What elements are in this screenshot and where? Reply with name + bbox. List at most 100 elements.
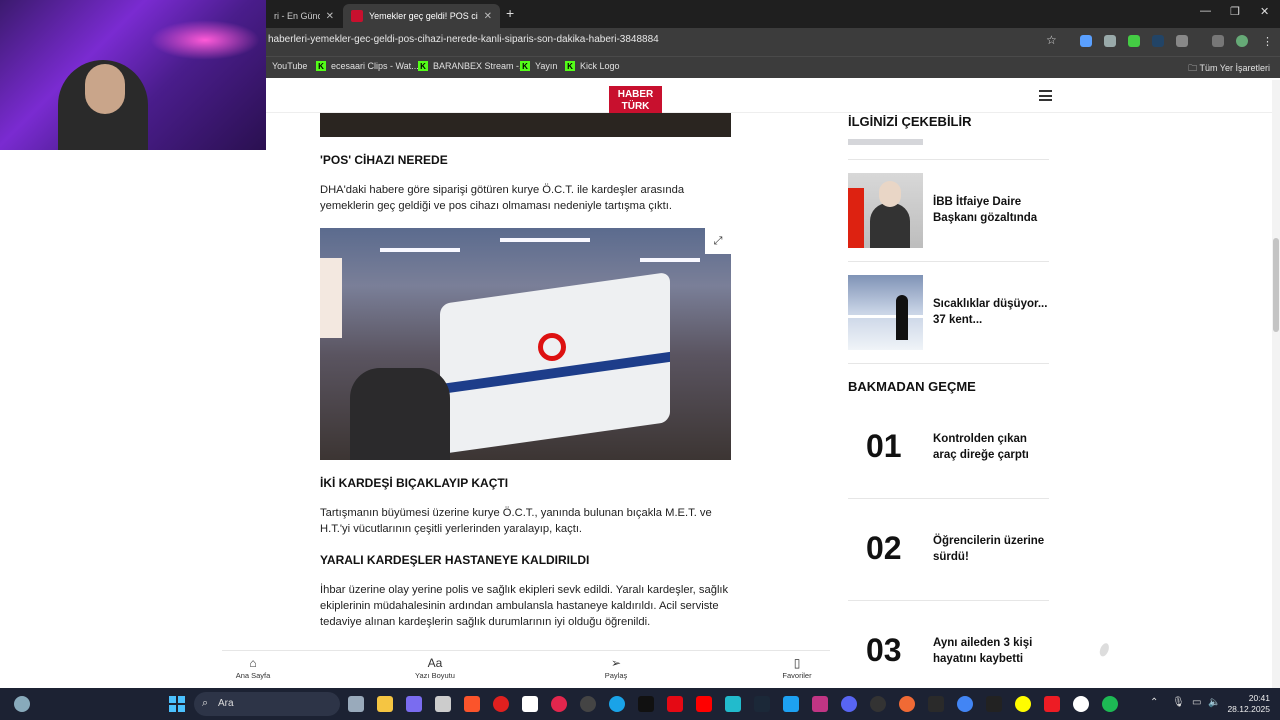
url-field[interactable]: haberleri-yemekler-gec-geldi-pos-cihazi-…: [268, 34, 659, 45]
close-tab-icon[interactable]: ✕: [326, 11, 334, 22]
article-photo[interactable]: [320, 228, 731, 460]
system-clock[interactable]: 20:41 28.12.2025: [1226, 693, 1270, 715]
close-window-icon[interactable]: ✕: [1260, 5, 1269, 18]
media-icon[interactable]: [1212, 35, 1224, 47]
new-tab-button[interactable]: +: [506, 5, 514, 21]
epic-games-icon[interactable]: [928, 696, 944, 712]
shield-icon[interactable]: [1104, 35, 1116, 47]
puzzle-icon[interactable]: [1176, 35, 1188, 47]
nav-label: Paylaş: [604, 671, 628, 680]
browser-tab[interactable]: ri - En Güncel ✕: [266, 4, 342, 28]
ceiling-light: [500, 238, 590, 242]
nav-home[interactable]: ⌂ Ana Sayfa: [218, 655, 288, 680]
copilot-icon[interactable]: [406, 696, 422, 712]
tiktok-icon[interactable]: [638, 696, 654, 712]
news-title[interactable]: Sıcaklıklar düşüyor... 37 kent...: [933, 296, 1048, 328]
rank-number: 02: [866, 530, 902, 566]
extension-icon[interactable]: [1080, 35, 1092, 47]
steam-icon[interactable]: [754, 696, 770, 712]
tray-chevron-icon[interactable]: ⌃: [1150, 697, 1158, 708]
bookmark-star-icon[interactable]: ☆: [1046, 33, 1057, 47]
minimize-icon[interactable]: —: [1200, 5, 1211, 17]
store-icon[interactable]: [522, 696, 538, 712]
search-placeholder: Ara: [218, 698, 234, 709]
obs-icon[interactable]: [986, 696, 1002, 712]
nav-label: Yazı Boyutu: [415, 671, 455, 680]
clock-time: 20:41: [1248, 693, 1270, 703]
scrollbar-track[interactable]: [1272, 80, 1280, 688]
kick-icon: K: [316, 61, 326, 71]
nav-font-size[interactable]: Aa Yazı Boyutu: [400, 655, 470, 680]
chrome-icon[interactable]: [580, 696, 596, 712]
edge-icon[interactable]: [609, 696, 625, 712]
brave-icon[interactable]: [464, 696, 480, 712]
media-player-icon[interactable]: [551, 696, 567, 712]
youtube-icon[interactable]: [696, 696, 712, 712]
settings-icon[interactable]: [435, 696, 451, 712]
divider: [848, 159, 1049, 160]
weather-icon[interactable]: [14, 696, 30, 712]
news-title[interactable]: İBB İtfaiye Daire Başkanı gözaltında: [933, 194, 1048, 226]
bookmark-item[interactable]: YouTube: [272, 61, 307, 71]
antivirus-icon[interactable]: [1044, 696, 1060, 712]
news-title[interactable]: Kontrolden çıkan araç direğe çarptı: [933, 431, 1048, 463]
profile-avatar[interactable]: [1236, 35, 1248, 47]
font-size-icon: Aa: [427, 656, 443, 670]
discord-icon[interactable]: [841, 696, 857, 712]
volume-icon[interactable]: 🔈: [1208, 697, 1220, 708]
home-icon: ⌂: [249, 656, 257, 670]
speedometer-icon[interactable]: [870, 696, 886, 712]
haberturk-logo[interactable]: HABER TÜRK: [609, 86, 662, 116]
instagram-icon[interactable]: [812, 696, 828, 712]
article-heading: YARALI KARDEŞLER HASTANEYE KALDIRILDI: [320, 553, 590, 567]
hamburger-menu-icon[interactable]: [1039, 90, 1052, 101]
news-title[interactable]: Öğrencilerin üzerine sürdü!: [933, 533, 1048, 565]
snapchat-icon[interactable]: [1015, 696, 1031, 712]
start-button[interactable]: [169, 696, 185, 712]
app-icon[interactable]: [899, 696, 915, 712]
bookmark-item[interactable]: K BARANBEX Stream -...: [418, 61, 527, 71]
bookmark-label: Kick Logo: [580, 61, 620, 71]
divider: [848, 261, 1049, 262]
taskbar-search[interactable]: ⌕ Ara: [194, 692, 340, 716]
expand-icon[interactable]: ⤢: [705, 228, 731, 254]
spotify-icon[interactable]: [1102, 696, 1118, 712]
bookmark-item[interactable]: K Kick Logo: [565, 61, 620, 71]
app-icon[interactable]: [725, 696, 741, 712]
rank-number: 01: [866, 428, 902, 464]
display-icon[interactable]: ▭: [1192, 697, 1201, 708]
microphone-icon[interactable]: 🎙: [1172, 697, 1185, 708]
yandex-icon[interactable]: [1073, 696, 1089, 712]
news-thumbnail[interactable]: [848, 275, 923, 350]
bookmark-item[interactable]: Kecesaari Clips - Wat...: [316, 61, 419, 71]
news-title[interactable]: Aynı aileden 3 kişi hayatını kaybetti: [933, 635, 1048, 667]
bookmark-label: BARANBEX Stream -...: [433, 61, 527, 71]
restore-icon[interactable]: ❐: [1230, 5, 1240, 18]
crescent-icon: [538, 333, 566, 361]
task-view-icon[interactable]: [348, 696, 364, 712]
sign-board: [320, 258, 342, 338]
bookmark-item[interactable]: K Yayın: [520, 61, 557, 71]
section-title: İLGİNİZİ ÇEKEBİLİR: [848, 114, 972, 129]
article-paragraph: Tartışmanın büyümesi üzerine kurye Ö.C.T…: [320, 507, 712, 535]
twitter-icon[interactable]: [783, 696, 799, 712]
news-thumbnail[interactable]: [848, 173, 923, 248]
thumbnail-partial: [848, 139, 923, 145]
menu-icon[interactable]: ⋮: [1262, 35, 1273, 48]
tab-label: ri - En Güncel: [274, 11, 320, 21]
extension-icon[interactable]: [1128, 35, 1140, 47]
browser-tab-active[interactable]: Yemekler geç geldi! POS cihazı ✕: [343, 4, 500, 28]
opera-icon[interactable]: [493, 696, 509, 712]
nav-favorites[interactable]: ▯ Favoriler: [762, 655, 832, 680]
netflix-icon[interactable]: [667, 696, 683, 712]
nav-share[interactable]: ➢ Paylaş: [581, 655, 651, 680]
ceiling-light: [640, 258, 700, 262]
kick-icon: K: [418, 61, 428, 71]
file-explorer-icon[interactable]: [377, 696, 393, 712]
close-tab-icon[interactable]: ✕: [484, 11, 492, 22]
chrome-icon[interactable]: [957, 696, 973, 712]
extension-icon[interactable]: [1152, 35, 1164, 47]
all-bookmarks-folder[interactable]: 🗀 Tüm Yer İşaretleri: [1188, 61, 1270, 77]
kick-icon: K: [520, 61, 530, 71]
scrollbar-thumb[interactable]: [1273, 238, 1279, 332]
